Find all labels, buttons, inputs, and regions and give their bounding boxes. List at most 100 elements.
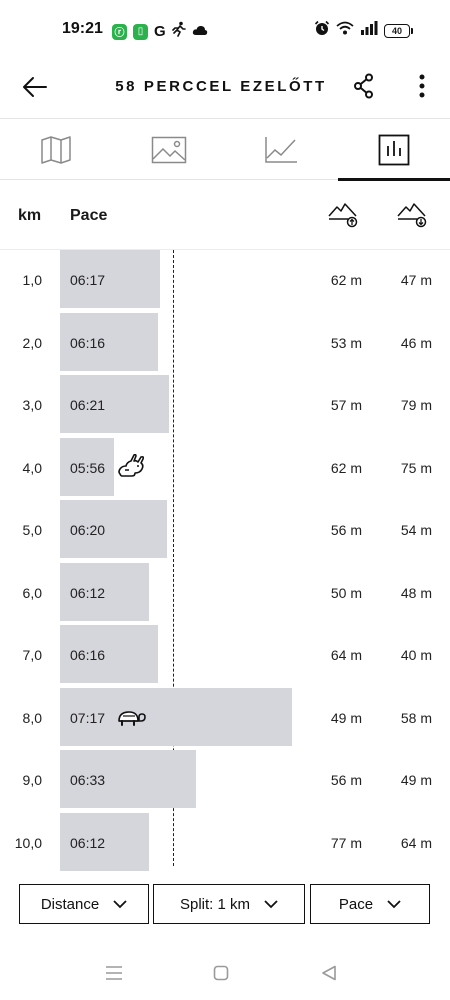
status-system-icons: 40 (314, 20, 413, 41)
back-nav-button[interactable] (318, 962, 340, 984)
battery-icon: 40 (384, 23, 413, 38)
split-elevation-gain: 56 m (330, 772, 362, 788)
splits-list: 1,0 06:17 62 m 47 m 2,0 06:16 53 m 46 m 3,0 06:21… (0, 250, 450, 871)
split-row: 1,0 06:17 62 m 47 m (0, 250, 450, 310)
split-km: 8,0 (22, 709, 42, 726)
split-km: 5,0 (22, 522, 42, 538)
split-elevation-gain: 56 m (330, 522, 362, 538)
split-elevation-loss: 48 m (400, 584, 432, 601)
split-km: 2,0 (22, 334, 42, 351)
column-km: km (18, 207, 42, 224)
split-row: 3,0 06:21 57 m 79 m (0, 375, 450, 435)
split-km: 9,0 (22, 772, 42, 788)
alarm-icon (314, 20, 330, 41)
more-options-button[interactable] (410, 72, 434, 100)
split-row: 10,0 06:12 77 m 64 m (0, 812, 450, 873)
table-header: km Pace (0, 180, 450, 250)
google-icon: G (154, 22, 166, 40)
split-elevation-loss: 46 m (400, 334, 432, 351)
rabbit-fastest-icon (116, 453, 146, 480)
home-square-icon (213, 965, 229, 981)
signal-icon (360, 21, 378, 40)
selector-bar: Distance Split: 1 km Pace (0, 884, 450, 926)
metric-dropdown[interactable]: Pace (310, 884, 430, 924)
chevron-down-icon (264, 899, 278, 908)
split-row: 2,0 06:16 53 m 46 m (0, 312, 450, 373)
view-tabs (0, 118, 450, 181)
app-header: 58 PERCCEL EZELŐTT (0, 60, 450, 118)
line-chart-icon (265, 136, 298, 163)
status-time: 19:21 (62, 20, 103, 37)
split-elevation-loss: 64 m (400, 834, 432, 851)
split-row: 8,0 07:17 49 m 58 m (0, 687, 450, 748)
turtle-slowest-icon (116, 704, 146, 730)
split-elevation-loss: 40 m (400, 647, 432, 663)
split-elevation-gain: 49 m (330, 709, 362, 726)
status-bar: 19:21 ⓡ ▯ G 40 (0, 0, 450, 60)
distance-dropdown[interactable]: Distance (19, 884, 149, 924)
bar-chart-icon (378, 134, 410, 165)
map-icon (41, 135, 71, 164)
split-row: 7,0 06:16 64 m 40 m (0, 625, 450, 685)
back-triangle-icon (322, 965, 336, 981)
split-elevation-loss: 75 m (400, 459, 432, 476)
split-pace: 06:12 (70, 834, 106, 851)
tab-map[interactable] (0, 119, 113, 180)
split-pace: 06:21 (70, 397, 106, 413)
more-vertical-icon (419, 74, 425, 98)
recent-apps-button[interactable] (103, 962, 125, 984)
cloud-icon (192, 23, 208, 41)
split-elevation-loss: 58 m (400, 709, 432, 726)
split-elevation-gain: 50 m (330, 584, 362, 601)
split-row: 9,0 06:33 56 m 49 m (0, 750, 450, 810)
split-pace: 06:33 (70, 772, 106, 788)
split-elevation-loss: 49 m (400, 772, 432, 788)
split-elevation-loss: 47 m (400, 272, 432, 288)
split-elevation-gain: 57 m (330, 397, 362, 413)
image-icon (151, 136, 186, 163)
share-button[interactable] (350, 72, 378, 100)
menu-icon (106, 966, 122, 980)
split-km: 10,0 (14, 834, 42, 851)
column-pace: Pace (70, 207, 108, 224)
chevron-down-icon (113, 899, 127, 908)
elevation-gain-icon (328, 202, 358, 233)
wifi-icon (336, 21, 354, 40)
split-pace: 06:12 (70, 584, 106, 601)
split-pace: 07:17 (70, 709, 106, 726)
split-row: 5,0 06:20 56 m 54 m (0, 500, 450, 560)
split-pace: 06:20 (70, 522, 106, 538)
split-row: 6,0 06:12 50 m 48 m (0, 562, 450, 623)
distance-dropdown-label: Distance (40, 895, 100, 913)
split-row: 4,0 05:56 62 m 75 m (0, 437, 450, 498)
split-pace: 05:56 (70, 459, 106, 476)
elevation-loss-icon (397, 202, 427, 233)
split-km: 6,0 (22, 584, 42, 601)
split-pace: 06:17 (70, 272, 106, 288)
system-nav-bar (0, 950, 450, 1000)
split-elevation-gain: 77 m (330, 834, 362, 851)
split-dropdown[interactable]: Split: 1 km (153, 884, 305, 924)
runner-icon (171, 21, 186, 42)
split-pace: 06:16 (70, 334, 106, 351)
split-km: 7,0 (22, 647, 42, 663)
tab-splits[interactable] (337, 119, 450, 181)
split-dropdown-label: Split: 1 km (179, 895, 251, 913)
split-elevation-gain: 53 m (330, 334, 362, 351)
app-notification-icon: ⓡ (112, 23, 127, 40)
split-elevation-gain: 62 m (330, 459, 362, 476)
split-pace: 06:16 (70, 647, 106, 663)
share-icon (354, 73, 373, 99)
home-button[interactable] (210, 962, 232, 984)
split-elevation-loss: 54 m (400, 522, 432, 538)
split-elevation-gain: 64 m (330, 647, 362, 663)
page-title: 58 PERCCEL EZELŐTT (115, 78, 327, 95)
split-km: 1,0 (22, 272, 42, 288)
app-notification-icon-2: ▯ (133, 23, 148, 40)
chevron-down-icon (387, 899, 401, 908)
tab-graph[interactable] (225, 119, 338, 180)
tab-photos[interactable] (113, 119, 226, 180)
split-elevation-loss: 79 m (400, 397, 432, 413)
metric-dropdown-label: Pace (338, 895, 374, 913)
split-elevation-gain: 62 m (330, 272, 362, 288)
